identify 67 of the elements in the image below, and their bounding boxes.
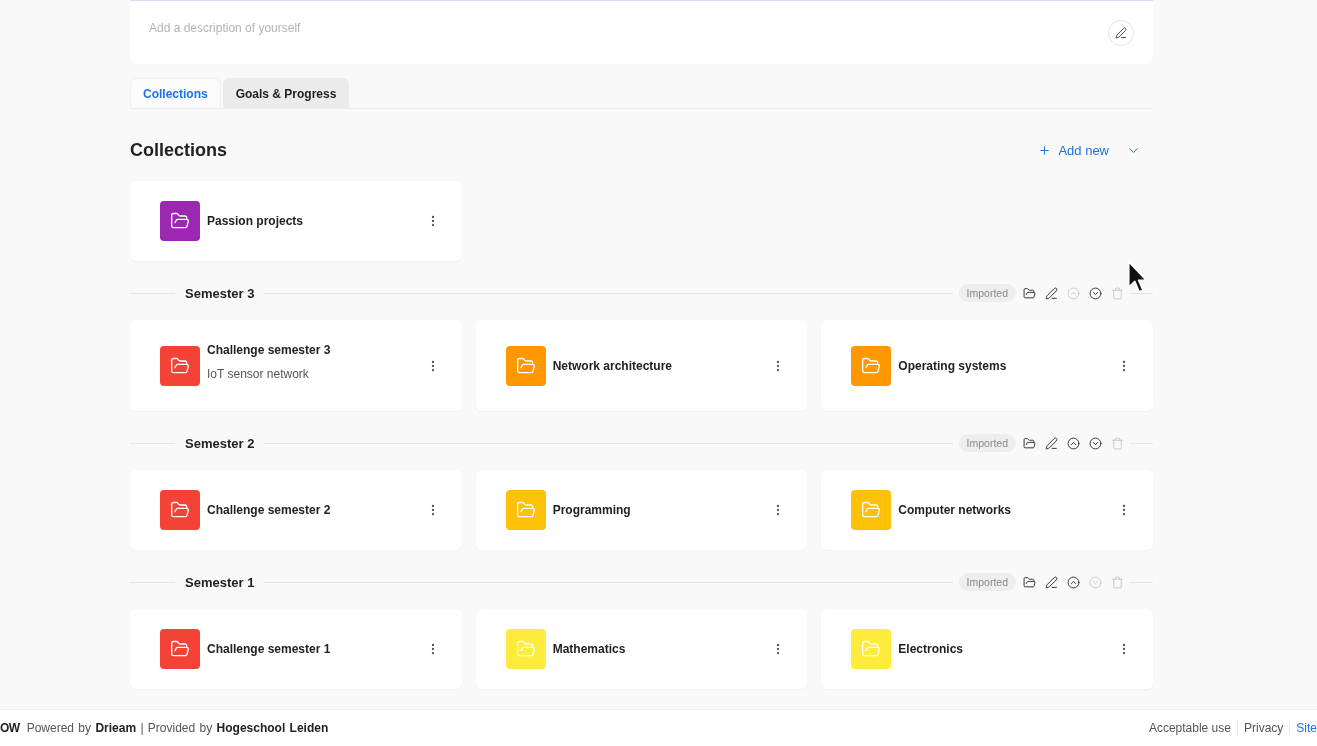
mouse-pointer-icon bbox=[1127, 260, 1148, 294]
folder-icon bbox=[1023, 575, 1036, 589]
edit-button[interactable] bbox=[1045, 436, 1058, 450]
open-button[interactable] bbox=[1023, 575, 1036, 589]
imported-badge: Imported bbox=[958, 573, 1016, 591]
pencil-icon bbox=[1045, 286, 1058, 300]
pencil-icon bbox=[1115, 26, 1127, 39]
collection-title: Challenge semester 3 bbox=[207, 342, 332, 359]
pencil-icon bbox=[1045, 436, 1058, 450]
move-down-button[interactable] bbox=[1089, 436, 1102, 450]
imported-badge: Imported bbox=[958, 434, 1016, 452]
chevron-up-circle-icon bbox=[1067, 436, 1080, 450]
folder-icon bbox=[1023, 286, 1036, 300]
imported-badge: Imported bbox=[958, 284, 1016, 302]
chevron-down-circle-icon bbox=[1089, 575, 1102, 589]
brand-text: OW bbox=[0, 721, 20, 735]
footer-link[interactable]: Acceptable use bbox=[1148, 721, 1231, 735]
collection-card[interactable]: Computer networks bbox=[821, 470, 1153, 550]
description-box[interactable]: Add a description of yourself bbox=[130, 0, 1153, 64]
collection-card[interactable]: Network architecture bbox=[475, 320, 808, 411]
trash-icon bbox=[1111, 575, 1124, 589]
collection-title: Mathematics bbox=[552, 641, 627, 658]
collection-card[interactable]: Challenge semester 3 IoT sensor network bbox=[130, 320, 462, 411]
collection-card[interactable]: Operating systems bbox=[821, 320, 1153, 411]
collection-card[interactable]: Programming bbox=[475, 470, 808, 550]
collection-card[interactable]: Challenge semester 2 bbox=[130, 470, 462, 550]
chevron-up-circle-icon bbox=[1067, 286, 1080, 300]
chevron-down-circle-icon bbox=[1089, 286, 1102, 300]
collection-card[interactable]: Electronics bbox=[821, 609, 1153, 689]
chevron-up-circle-icon bbox=[1067, 575, 1080, 589]
description-field[interactable]: Add a description of yourself bbox=[149, 16, 1088, 40]
collection-subtitle: IoT sensor network bbox=[207, 366, 310, 383]
collection-title: Passion projects bbox=[207, 213, 305, 230]
move-up-button[interactable] bbox=[1067, 436, 1080, 450]
collection-title: Operating systems bbox=[898, 357, 1008, 375]
credits-text: Powered by Drieam | Provided by Hogeschool Leiden bbox=[26, 721, 329, 735]
trash-icon bbox=[1111, 286, 1124, 300]
folder-icon bbox=[1023, 436, 1036, 450]
footer-link[interactable]: Site bbox=[1296, 721, 1317, 735]
collection-card[interactable]: Passion projects bbox=[130, 181, 462, 261]
edit-button[interactable] bbox=[1045, 286, 1058, 300]
collection-title: Computer networks bbox=[898, 502, 1012, 519]
trash-icon bbox=[1111, 436, 1124, 450]
collection-card[interactable]: Challenge semester 1 bbox=[130, 609, 462, 689]
section-title: Semester 3 bbox=[184, 285, 256, 301]
collection-title: Challenge semester 2 bbox=[207, 502, 332, 519]
section-title: Semester 2 bbox=[184, 435, 256, 451]
collection-title: Programming bbox=[552, 502, 632, 519]
open-button[interactable] bbox=[1023, 286, 1036, 300]
footer-link[interactable]: Privacy bbox=[1243, 721, 1284, 735]
edit-description-button[interactable] bbox=[1108, 19, 1134, 46]
collection-card[interactable]: Mathematics bbox=[475, 609, 808, 689]
move-down-button[interactable] bbox=[1089, 286, 1102, 300]
pencil-icon bbox=[1045, 575, 1058, 589]
move-up-button[interactable] bbox=[1067, 575, 1080, 589]
chevron-down-circle-icon bbox=[1089, 436, 1102, 450]
collection-title: Challenge semester 1 bbox=[207, 641, 332, 658]
open-button[interactable] bbox=[1023, 436, 1036, 450]
collection-title: Electronics bbox=[898, 641, 965, 658]
add-new-button[interactable]: Add new bbox=[1038, 142, 1141, 158]
plus-icon bbox=[1038, 143, 1052, 157]
collection-title: Network architecture bbox=[552, 357, 674, 375]
tab[interactable]: Collections bbox=[130, 78, 221, 108]
section-heading: Collections bbox=[130, 139, 227, 161]
tab[interactable]: Goals & Progress bbox=[222, 78, 350, 108]
edit-button[interactable] bbox=[1045, 575, 1058, 589]
section-title: Semester 1 bbox=[184, 574, 256, 590]
